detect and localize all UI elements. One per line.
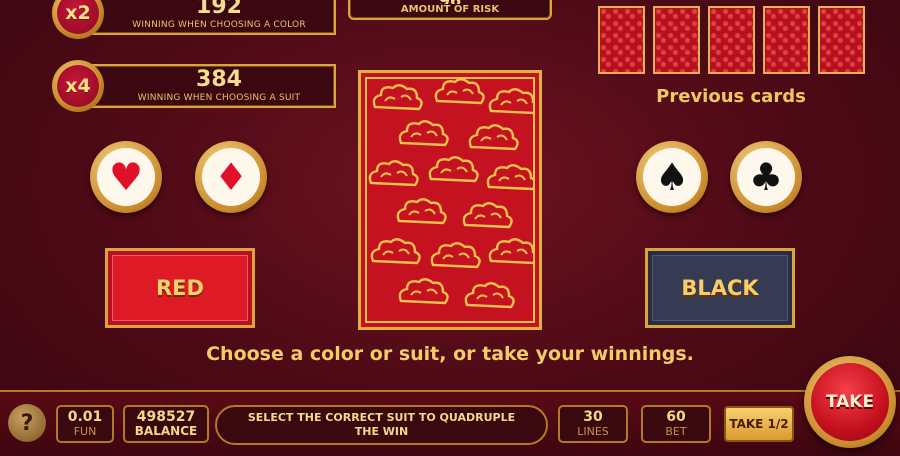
previous-cards (598, 6, 865, 74)
previous-cards-label: Previous cards (656, 86, 806, 107)
previous-card-back (763, 6, 810, 74)
black-button-label: BLACK (652, 255, 788, 321)
previous-card-back (818, 6, 865, 74)
balance-box: 498527 BALANCE (123, 405, 209, 443)
bet-caption: BET (665, 425, 687, 438)
status-message: SELECT THE CORRECT SUIT TO QUADRUPLE THE… (215, 405, 548, 445)
color-win-box: 192 WINNING WHEN CHOOSING A COLOR (90, 0, 336, 35)
bet-value: 60 (666, 409, 686, 425)
previous-card-back (598, 6, 645, 74)
balance-caption: BALANCE (134, 424, 198, 438)
spades-button[interactable]: ♠ (636, 141, 708, 213)
x2-badge-label: x2 (57, 0, 99, 34)
club-icon: ♣ (737, 148, 795, 206)
risk-box: 96 AMOUNT OF RISK (348, 0, 552, 20)
take-button-label: TAKE (811, 363, 889, 441)
previous-card-back (653, 6, 700, 74)
red-button[interactable]: RED (105, 248, 255, 328)
x4-badge-label: x4 (57, 65, 99, 107)
suit-win-box: 384 WINNING WHEN CHOOSING A SUIT (90, 64, 336, 108)
bet-box[interactable]: 60 BET (641, 405, 711, 443)
red-button-label: RED (112, 255, 248, 321)
black-button[interactable]: BLACK (645, 248, 795, 328)
current-card-back (358, 70, 542, 330)
coin-value-box[interactable]: 0.01 FUN (56, 405, 114, 443)
coin-caption: FUN (73, 425, 97, 438)
hearts-button[interactable]: ♥ (90, 141, 162, 213)
spade-icon: ♠ (643, 148, 701, 206)
clubs-button[interactable]: ♣ (730, 141, 802, 213)
suit-multiplier-row: x4 384 WINNING WHEN CHOOSING A SUIT (52, 60, 336, 112)
diamonds-button[interactable]: ♦ (195, 141, 267, 213)
color-win-value: 192 (196, 0, 242, 19)
cloud-pattern-icon (368, 79, 533, 309)
color-win-caption: WINNING WHEN CHOOSING A COLOR (132, 20, 306, 30)
previous-card-back (708, 6, 755, 74)
help-button[interactable]: ? (8, 404, 46, 442)
diamond-icon: ♦ (202, 148, 260, 206)
heart-icon: ♥ (97, 148, 155, 206)
take-button[interactable]: TAKE (804, 356, 896, 448)
lines-value: 30 (583, 409, 603, 425)
color-multiplier-row: x2 192 WINNING WHEN CHOOSING A COLOR (52, 0, 336, 39)
lines-box[interactable]: 30 LINES (558, 405, 628, 443)
balance-value: 498527 (136, 409, 196, 425)
suit-win-value: 384 (196, 67, 242, 92)
suit-win-caption: WINNING WHEN CHOOSING A SUIT (137, 93, 301, 103)
coin-value: 0.01 (67, 409, 103, 425)
risk-caption: AMOUNT OF RISK (400, 4, 500, 15)
lines-caption: LINES (577, 425, 609, 438)
instruction-text: Choose a color or suit, or take your win… (206, 343, 694, 365)
cloud-pattern (365, 77, 535, 323)
take-half-button[interactable]: TAKE 1/2 (724, 406, 794, 442)
x4-badge: x4 (52, 60, 104, 112)
